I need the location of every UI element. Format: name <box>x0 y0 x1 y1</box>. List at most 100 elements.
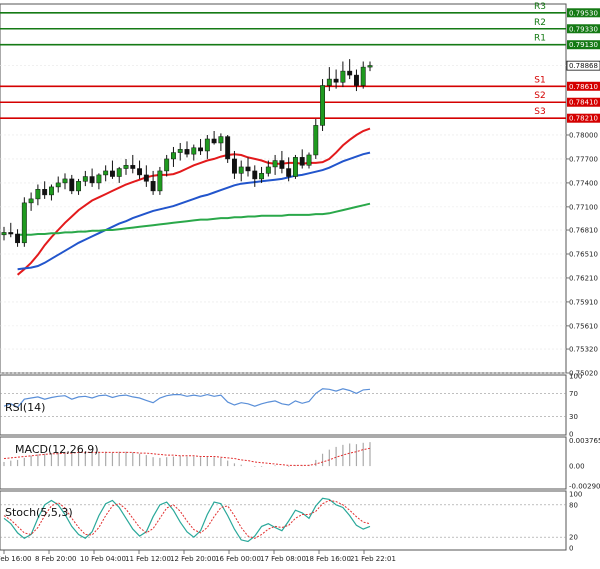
candle <box>225 134 231 163</box>
level-label-s1: S1 <box>534 75 545 85</box>
candle-body <box>170 152 176 160</box>
candle-body <box>89 176 95 184</box>
stoch-title: Stoch(5,5,3) <box>5 506 73 519</box>
candle-body <box>42 189 48 196</box>
candle-body <box>353 74 359 86</box>
candle <box>320 79 326 131</box>
candle-body <box>157 170 163 192</box>
candle-body <box>62 178 68 184</box>
candle-body <box>313 125 319 156</box>
candle-body <box>96 174 102 184</box>
candle-body <box>28 198 34 204</box>
stoch-axis-label: 80 <box>569 501 578 509</box>
candle-body <box>238 166 244 174</box>
candle <box>292 154 298 179</box>
candle <box>21 197 27 247</box>
time-axis-label: 21 Feb 22:01 <box>350 555 396 563</box>
candle-body <box>191 147 197 155</box>
candle-body <box>340 70 346 83</box>
candle-body <box>164 158 170 172</box>
level-label-s3: S3 <box>534 107 545 117</box>
macd-axis-label: 0.003765 <box>569 437 600 445</box>
candle-body <box>272 160 278 168</box>
candle-body <box>116 168 122 177</box>
time-axis-label: 12 Feb 20:00 <box>170 555 216 563</box>
candle-body <box>103 170 109 176</box>
candle-body <box>21 202 27 244</box>
rsi-axis-label: 30 <box>569 413 578 421</box>
time-axis-label: 10 Feb 04:00 <box>80 555 126 563</box>
candle <box>157 166 163 195</box>
macd-axis-label: -0.002906 <box>569 482 600 490</box>
forex-chart: R3 0.79530 R2 0.79330 R1 0.79130 S1 0.78610 S2 0.… <box>0 0 600 569</box>
candle-body <box>286 168 292 177</box>
candle-body <box>218 136 224 144</box>
level-tag-text-r3: 0.79530 <box>569 9 598 17</box>
candle-body <box>299 157 305 166</box>
price-axis-label: 0.76210 <box>569 274 598 282</box>
candle-body <box>198 147 204 152</box>
stoch-axis-label: 20 <box>569 534 578 542</box>
price-axis-label: 0.75610 <box>569 322 598 330</box>
candle-body <box>225 136 231 160</box>
candle-body <box>137 168 143 176</box>
time-axis-label: 11 Feb 12:00 <box>125 555 171 563</box>
level-tag-text-r2: 0.79330 <box>569 25 598 33</box>
candle-body <box>333 78 339 83</box>
candle-body <box>279 160 285 169</box>
price-axis-label: 0.77100 <box>569 203 598 211</box>
price-axis-label: 0.78000 <box>569 131 598 139</box>
candle-body <box>252 170 258 180</box>
candle-body <box>360 66 366 86</box>
price-axis-label: 0.77700 <box>569 155 598 163</box>
candle-body <box>76 181 82 192</box>
level-label-r3: R3 <box>534 2 546 12</box>
candle-body <box>130 165 136 169</box>
candle-body <box>326 78 332 86</box>
candle-body <box>177 149 183 153</box>
price-axis-label: 0.76510 <box>569 250 598 258</box>
candle-body <box>347 70 353 76</box>
time-axis-label: 18 Feb 16:00 <box>305 555 351 563</box>
rsi-title: RSI(14) <box>5 401 45 414</box>
time-axis-label: 17 Feb 08:00 <box>260 555 306 563</box>
level-tag-text-s3: 0.78210 <box>569 115 598 123</box>
candle-body <box>15 233 21 244</box>
time-axis-label: 8 Feb 20:00 <box>35 555 76 563</box>
candle-body <box>320 85 326 126</box>
candle-body <box>245 166 251 172</box>
candle-body <box>231 158 237 174</box>
macd-axis-label: 0.00 <box>569 463 585 471</box>
time-axis-label: 16 Feb 00:00 <box>215 555 261 563</box>
level-tag-text-s2: 0.78410 <box>569 99 598 107</box>
candle-body <box>8 232 14 235</box>
level-tag-text-r1: 0.79130 <box>569 41 598 49</box>
candle-body <box>35 189 41 200</box>
candle-body <box>292 157 298 177</box>
candle-body <box>306 154 312 166</box>
candle-body <box>143 174 149 182</box>
stoch-axis-label: 0 <box>569 545 573 553</box>
candle-body <box>123 165 129 169</box>
candle-body <box>150 181 156 192</box>
macd-title: MACD(12,26,9) <box>15 443 99 456</box>
candle-body <box>367 65 373 68</box>
level-tag-text-s1: 0.78610 <box>569 83 598 91</box>
candle-body <box>55 182 61 188</box>
candle-body <box>211 138 217 144</box>
stoch-axis-label: 100 <box>569 491 582 499</box>
candle-body <box>204 138 210 152</box>
candle-body <box>82 176 88 182</box>
rsi-axis-label: 70 <box>569 390 578 398</box>
candle-body <box>109 170 115 177</box>
price-axis-label: 0.75320 <box>569 346 598 354</box>
price-axis-label: 0.75910 <box>569 298 598 306</box>
candle-body <box>48 186 54 196</box>
candle-body <box>184 149 190 155</box>
level-label-r1: R1 <box>534 34 546 44</box>
candle-body <box>69 178 75 192</box>
price-axis-label: 0.77400 <box>569 179 598 187</box>
candle-body <box>265 166 271 174</box>
level-label-s2: S2 <box>534 91 545 101</box>
candle-body <box>1 232 7 236</box>
